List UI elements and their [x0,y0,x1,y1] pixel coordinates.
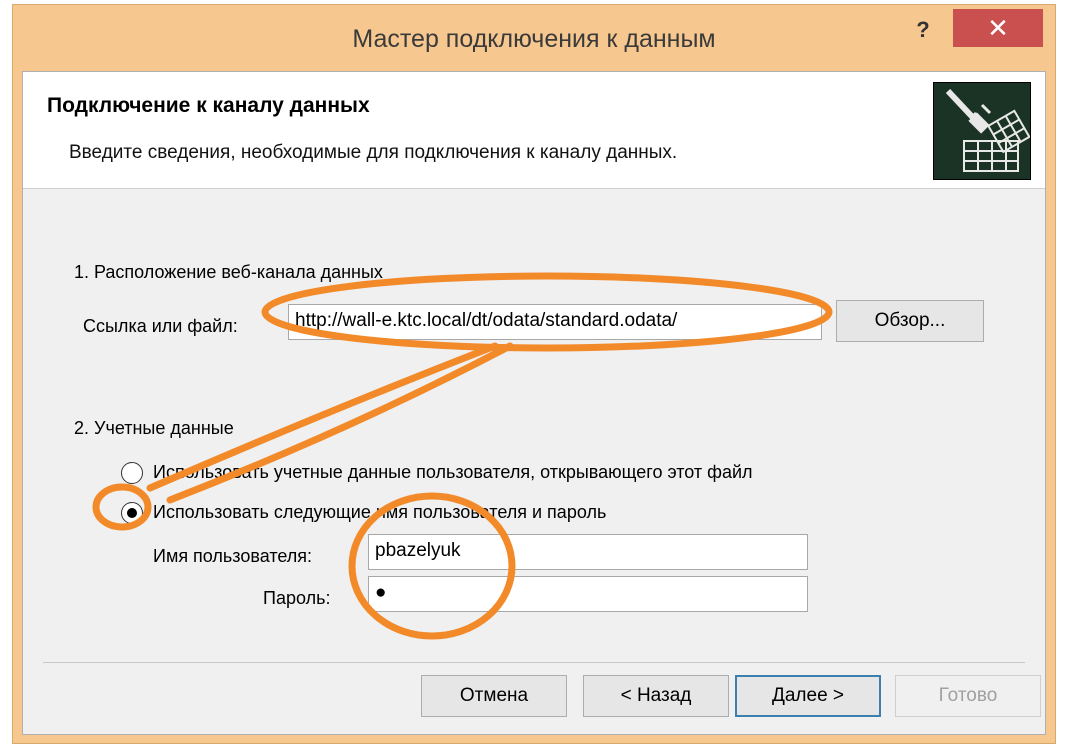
connector-line-2 [166,342,514,504]
url-highlight-ellipse [261,272,833,352]
connector-line [146,342,499,492]
credentials-highlight-ellipse [348,492,516,640]
radio-highlight-ellipse [92,483,152,531]
annotation-overlay [92,272,833,640]
